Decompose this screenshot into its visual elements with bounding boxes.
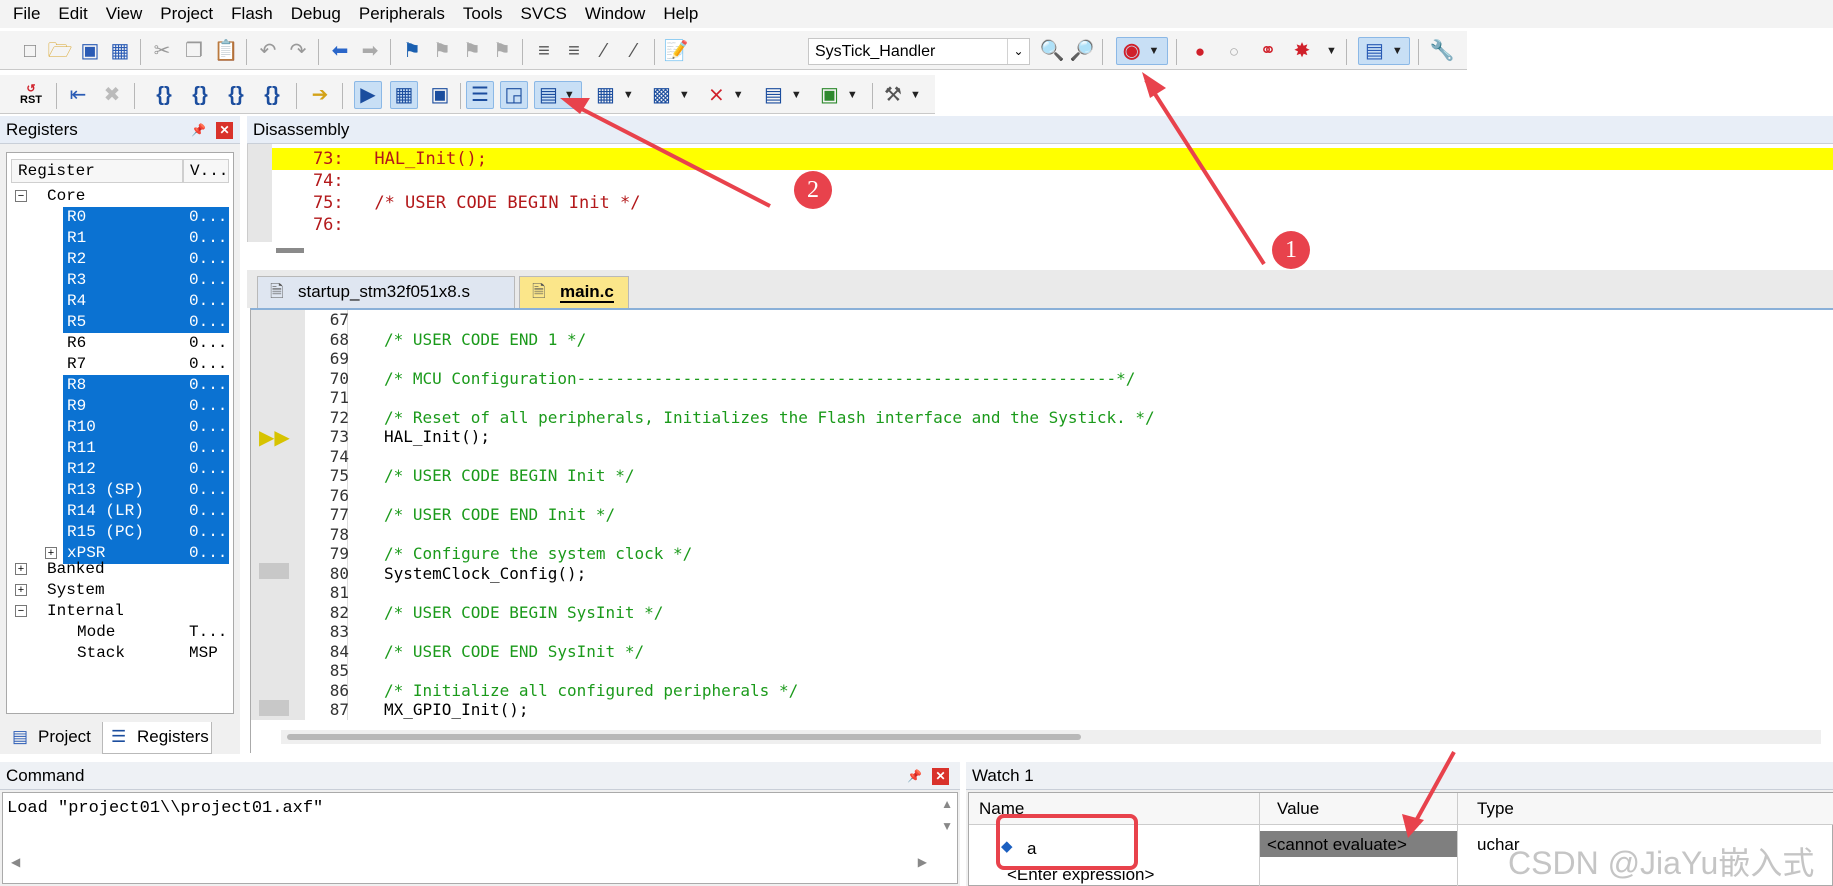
- arrowhead-1: [1142, 72, 1166, 98]
- annotation-badge-1: 1: [1272, 231, 1310, 269]
- highlight-box: [996, 814, 1138, 870]
- arrow-2: [571, 102, 771, 208]
- annotation-overlay: [560, 72, 1456, 870]
- arrowhead-3: [1402, 814, 1424, 838]
- arrow-1: [1144, 78, 1266, 266]
- annotation-badge-2: 2: [794, 171, 832, 209]
- arrow-3: [1410, 751, 1456, 829]
